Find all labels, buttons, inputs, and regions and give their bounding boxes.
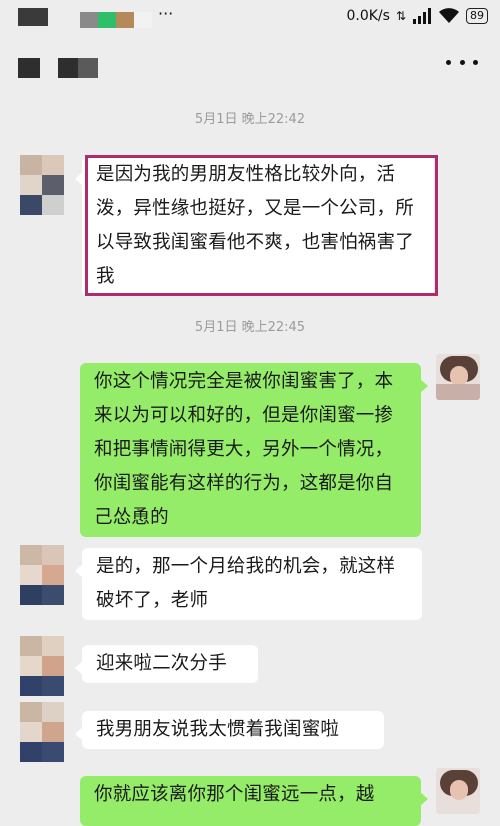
highlight-frame (85, 155, 438, 296)
message-bubble-received: 我男朋友说我太惯着我闺蜜啦 (75, 711, 384, 749)
battery-indicator: 89 (466, 8, 488, 24)
timestamp: 5月1日 晚上22:45 (194, 320, 306, 335)
signal-bars-icon (413, 8, 431, 24)
blurred-status-icon (80, 12, 98, 28)
contact-avatar[interactable] (20, 545, 64, 605)
timestamp: 5月1日 晚上22:42 (194, 112, 306, 127)
contact-name-blurred (58, 58, 78, 78)
status-right: 0.0K/s ⇅ 89 (346, 6, 488, 26)
blurred-status-icon (116, 12, 134, 28)
blurred-status-icon (134, 12, 152, 28)
contact-name-blurred (78, 58, 98, 78)
blurred-status-icon (18, 8, 48, 26)
contact-avatar[interactable] (20, 155, 64, 215)
chat-title-bar (0, 32, 500, 92)
back-button[interactable] (18, 58, 40, 78)
message-bubble-sent: 你就应该离你那个闺蜜远一点，越 (80, 776, 428, 826)
message-bubble-received: 迎来啦二次分手 (75, 645, 258, 683)
wifi-icon (439, 8, 459, 23)
network-speed: 0.0K/s (346, 8, 390, 24)
message-bubble-received: 是的，那一个月给我的机会，就这样破坏了，老师 (75, 548, 422, 620)
status-dots-icon: ··· (158, 4, 174, 23)
message-bubble-sent: 你这个情况完全是被你闺蜜害了，本来以为可以和好的，但是你闺蜜一掺和把事情闹得更大… (80, 363, 428, 537)
more-dots-icon[interactable] (446, 48, 478, 76)
self-avatar[interactable] (436, 354, 480, 400)
status-bar: ··· 0.0K/s ⇅ 89 (0, 0, 500, 32)
data-arrows-icon: ⇅ (395, 9, 406, 23)
self-avatar[interactable] (436, 768, 480, 814)
blurred-status-icon (98, 12, 116, 28)
contact-avatar[interactable] (20, 636, 64, 696)
contact-avatar[interactable] (20, 702, 64, 762)
